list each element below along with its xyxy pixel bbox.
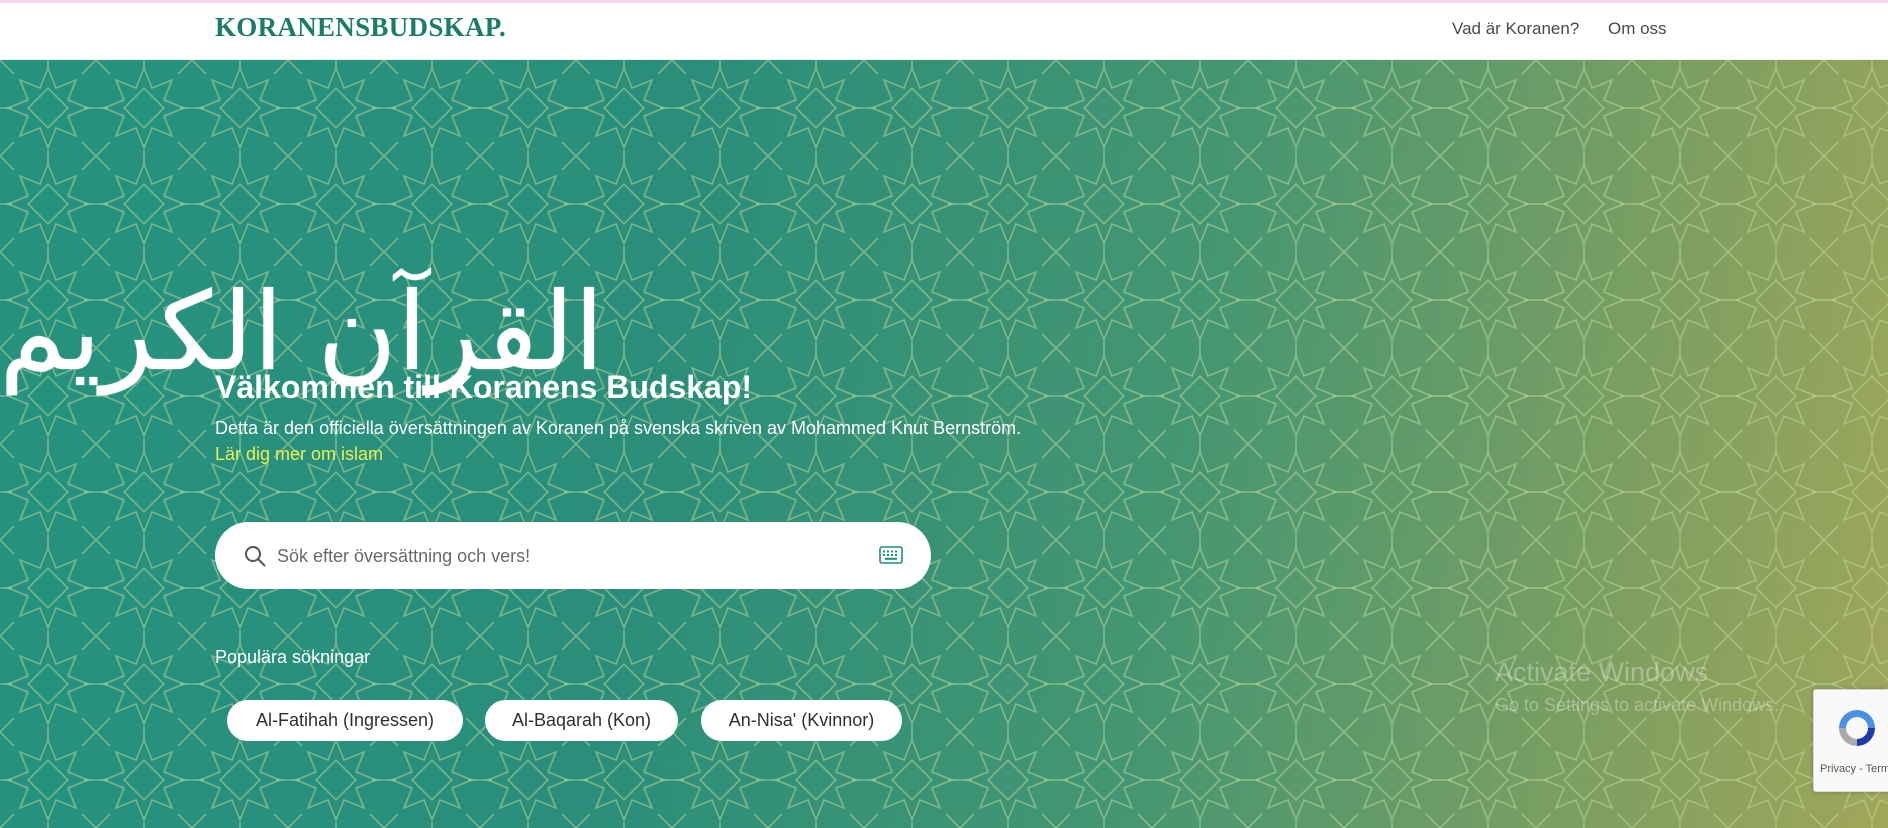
arabic-title: القرآن الكريم	[0, 270, 604, 395]
windows-activation-title: Activate Windows	[1495, 657, 1709, 687]
popular-search-chip[interactable]: Al-Fatihah (Ingressen)	[227, 700, 463, 741]
welcome-heading: Välkommen till Koranens Budskap!	[215, 369, 753, 405]
quran-calligraphy: القرآن الكريم	[0, 228, 604, 438]
hero-subtitle: Detta är den officiella översättningen a…	[215, 418, 1022, 438]
learn-more-link[interactable]: Lär dig mer om islam	[215, 444, 383, 465]
nav-link-about-us[interactable]: Om oss	[1608, 19, 1667, 39]
search-icon	[245, 546, 266, 567]
search-bar[interactable]	[215, 522, 931, 589]
popular-search-chip[interactable]: An-Nisa' (Kvinnor)	[701, 700, 902, 741]
popular-searches-label: Populära sökningar	[215, 647, 371, 667]
navbar: KORANENSBUDSKAP. Vad är Koranen? Om oss	[0, 3, 1888, 60]
popular-search-chip[interactable]: Al-Baqarah (Kon)	[485, 700, 678, 741]
keyboard-icon[interactable]	[879, 546, 903, 564]
recaptcha-privacy-terms[interactable]: Privacy - Terms	[1820, 763, 1888, 775]
nav-link-about-quran[interactable]: Vad är Koranen?	[1452, 19, 1579, 39]
recaptcha-icon	[1839, 710, 1875, 746]
recaptcha-badge[interactable]: Privacy - Terms	[1813, 689, 1888, 792]
site-logo[interactable]: KORANENSBUDSKAP.	[215, 12, 506, 43]
search-input[interactable]	[277, 539, 837, 573]
windows-activation-subtitle: Go to Settings to activate Windows.	[1495, 695, 1780, 715]
